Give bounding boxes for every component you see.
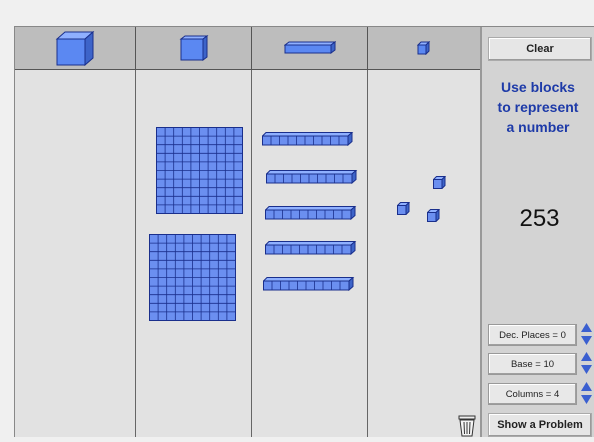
column-divider xyxy=(251,70,252,437)
palette-cube[interactable] xyxy=(15,27,136,69)
show-problem-button[interactable]: Show a Problem xyxy=(488,413,592,437)
unit-block[interactable] xyxy=(427,209,440,222)
instruction-line: a number xyxy=(506,119,570,135)
long-block[interactable] xyxy=(266,170,358,184)
long-block[interactable] xyxy=(263,277,355,291)
columns-stepper[interactable] xyxy=(580,381,593,405)
flat-block[interactable] xyxy=(149,234,237,322)
unit-block[interactable] xyxy=(433,176,446,189)
unit-cube-icon xyxy=(417,41,431,55)
palette-unit[interactable] xyxy=(368,27,481,69)
unit-block[interactable] xyxy=(397,202,410,215)
long-block[interactable] xyxy=(262,132,354,146)
column-divider xyxy=(135,70,136,437)
control-panel: Clear Use blocks to represent a number 2… xyxy=(480,27,594,437)
instruction-line: Use blocks xyxy=(501,79,575,95)
columns-setting[interactable]: Columns = 4 xyxy=(488,383,577,405)
palette-flat[interactable] xyxy=(136,27,252,69)
column-divider xyxy=(367,70,368,437)
target-number: 253 xyxy=(519,205,560,232)
palette-long[interactable] xyxy=(252,27,368,69)
base-blocks-app: Clear Use blocks to represent a number 2… xyxy=(14,26,594,437)
instruction-line: to represent xyxy=(497,99,579,115)
clear-button[interactable]: Clear xyxy=(488,37,592,61)
flat-block[interactable] xyxy=(156,127,244,215)
block-palette xyxy=(15,27,481,70)
instruction-text: Use blocks to represent a number xyxy=(488,77,588,137)
base-stepper[interactable] xyxy=(580,351,593,375)
base-setting[interactable]: Base = 10 xyxy=(488,353,577,375)
dec-places-setting[interactable]: Dec. Places = 0 xyxy=(488,324,577,346)
work-area[interactable] xyxy=(15,70,480,437)
dec-places-stepper[interactable] xyxy=(580,322,593,346)
trash-icon[interactable] xyxy=(455,415,479,437)
large-cube-icon xyxy=(55,30,95,66)
long-block[interactable] xyxy=(265,241,357,255)
long-block[interactable] xyxy=(265,206,357,220)
rod-icon xyxy=(283,41,336,54)
flat-icon xyxy=(179,35,208,61)
